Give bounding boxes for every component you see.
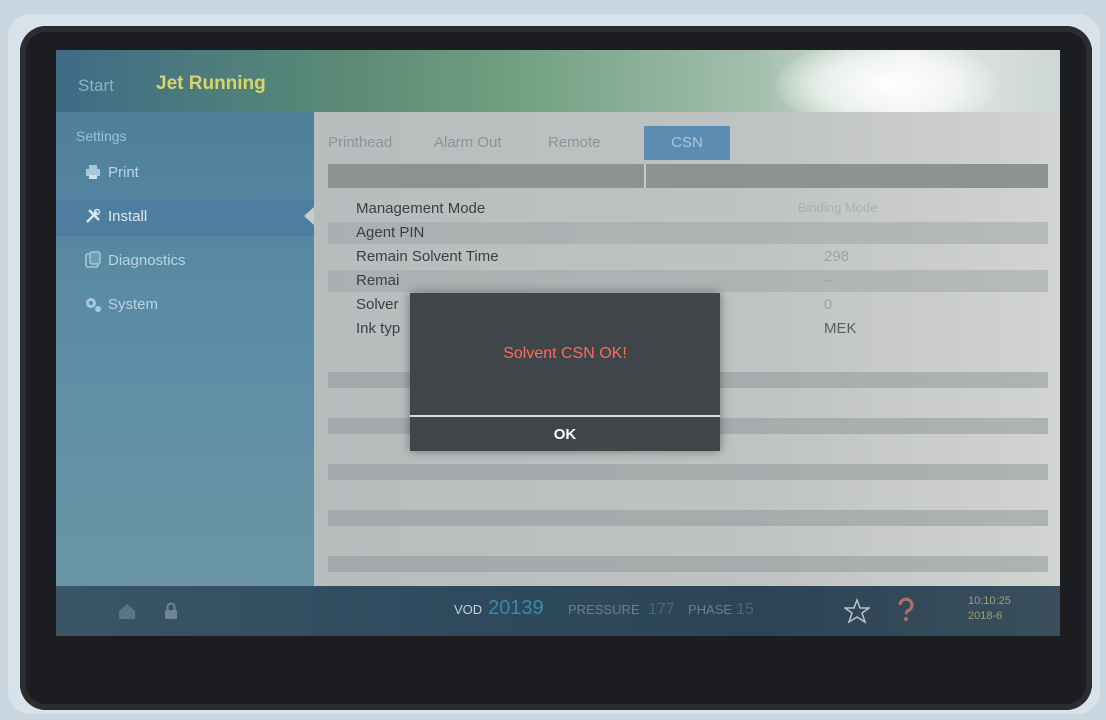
jet-status-label: Jet Running [156,73,266,94]
tab-bar: Printhead Alarm Out Remote CSN [314,126,1060,160]
diagnostics-icon [85,251,101,268]
setting-value: 298 [824,248,850,265]
bottom-status-bar: VOD 20139 PRESSURE 177 PHASE 15 10:10:25… [56,586,1060,636]
star-icon[interactable] [844,598,870,624]
clock: 10:10:25 2018-6 [968,594,1011,624]
setting-row-management-mode[interactable]: Management Mode Binding Mode [328,198,1048,220]
lock-icon[interactable] [160,600,182,622]
sidebar-item-diagnostics[interactable]: Diagnostics [56,244,314,280]
pressure-label: PRESSURE [568,602,640,617]
empty-row [328,464,1048,480]
start-button[interactable]: Start [78,76,114,96]
setting-row-remain[interactable]: Remai -- [328,270,1048,292]
setting-label: Remain Solvent Time [356,248,499,265]
setting-row-agent-pin[interactable]: Agent PIN [328,222,1048,244]
tab-alarm-out[interactable]: Alarm Out [426,126,510,160]
column-divider [644,164,646,188]
home-icon[interactable] [116,600,138,622]
printer-screen: Start Jet Running Settings Print Install [56,50,1060,636]
vod-value: 20139 [488,597,544,619]
setting-label: Ink typ [356,320,401,337]
phase-label: PHASE [688,602,733,617]
active-item-pointer [304,207,314,225]
sidebar-item-print[interactable]: Print [56,156,314,192]
table-header [328,164,1048,188]
sidebar: Settings Print Install Diagnostics Syste… [56,112,314,586]
sidebar-item-label: System [108,296,159,313]
empty-row [328,510,1048,526]
sidebar-item-label: Install [108,208,148,225]
dialog-divider [410,415,720,417]
csn-result-dialog: Solvent CSN OK! OK [410,293,720,451]
vod-label: VOD [454,602,483,617]
printer-icon [86,165,100,179]
setting-value: 0 [824,296,833,313]
setting-value: MEK [824,320,857,337]
setting-label: Management Mode [356,200,486,217]
setting-value: -- [824,272,834,289]
date-text: 2018-6 [968,610,1003,622]
setting-label: Agent PIN [356,224,425,241]
phase-value: 15 [736,601,754,618]
time-text: 10:10:25 [968,595,1011,607]
ok-button[interactable]: OK [410,419,720,451]
wrench-icon [86,208,101,223]
setting-label: Remai [356,272,400,289]
setting-label: Solver [356,296,399,313]
help-icon[interactable] [894,597,918,623]
dialog-message: Solvent CSN OK! [503,345,627,362]
sidebar-item-label: Diagnostics [108,252,186,269]
gears-icon [86,298,101,312]
sidebar-item-label: Print [108,164,139,181]
tab-printhead[interactable]: Printhead [320,126,400,160]
tab-remote[interactable]: Remote [540,126,609,160]
sidebar-item-install[interactable]: Install [56,200,314,236]
setting-row-remain-solvent-time[interactable]: Remain Solvent Time 298 [328,246,1048,268]
tab-csn[interactable]: CSN [644,126,730,160]
sidebar-item-system[interactable]: System [56,288,314,324]
setting-value: Binding Mode [798,200,878,215]
sidebar-heading: Settings [76,128,127,144]
pressure-value: 177 [648,601,675,618]
empty-row [328,556,1048,572]
